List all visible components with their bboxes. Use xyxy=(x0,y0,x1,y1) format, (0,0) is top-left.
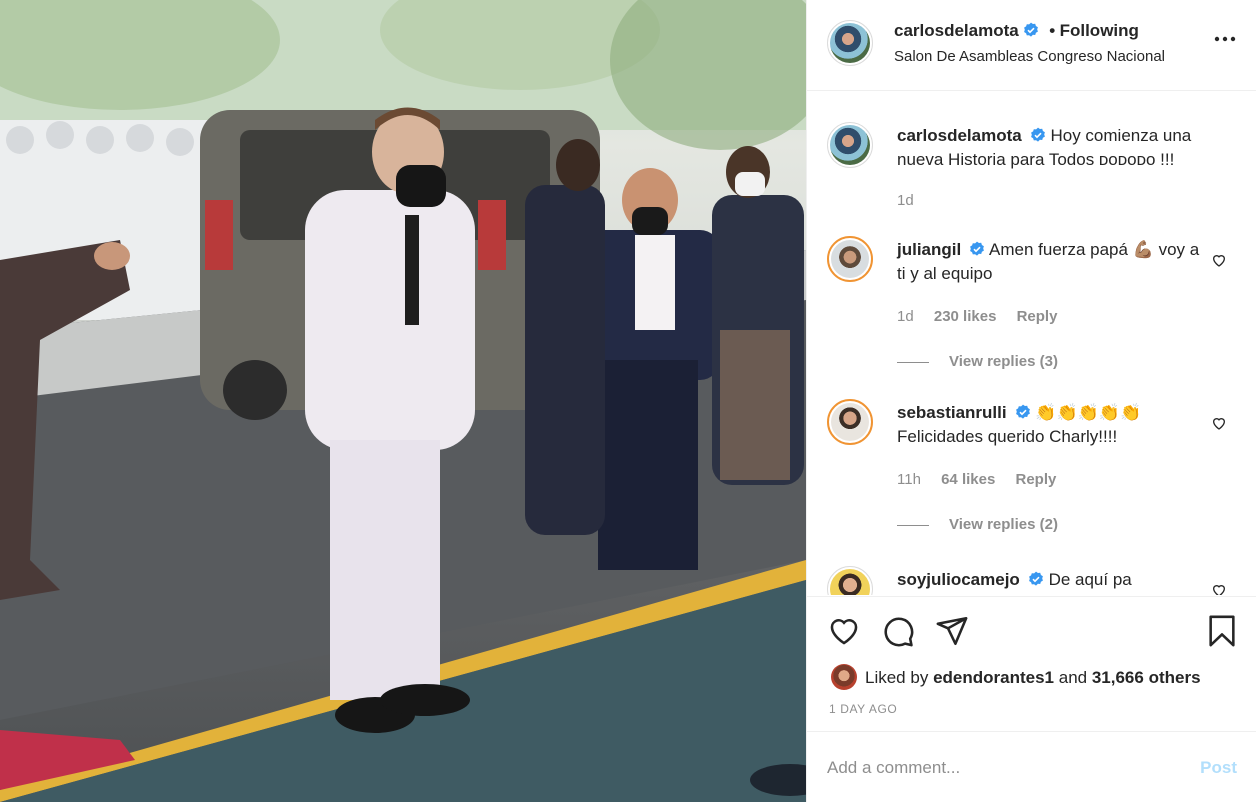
author-avatar[interactable] xyxy=(827,20,873,66)
caption-meta: 1d xyxy=(897,192,930,209)
verified-badge-icon xyxy=(1015,404,1030,419)
comment-time[interactable]: 1d xyxy=(897,308,914,325)
author-username[interactable]: carlosdelamota xyxy=(894,21,1019,40)
comment-text-block: juliangil Amen fuerza papá 💪🏽 voy a ti y… xyxy=(897,238,1207,286)
comment-like-heart-icon[interactable] xyxy=(1211,415,1227,431)
heart-icon[interactable] xyxy=(827,614,861,648)
post-comment-button[interactable]: Post xyxy=(1200,758,1237,778)
comment-username[interactable]: juliangil xyxy=(897,240,961,259)
comment-text-block: sebastianrulli 👏👏👏👏👏 Felicidades querido… xyxy=(897,401,1207,449)
comment-meta: 11h 64 likes Reply xyxy=(897,471,1072,488)
verified-badge-icon xyxy=(970,241,985,256)
comment-text-block: soyjuliocamejo De aquí pa xyxy=(897,568,1207,592)
comment-item: juliangil Amen fuerza papá 💪🏽 voy a ti y… xyxy=(827,236,1237,376)
verified-badge-icon xyxy=(1028,571,1043,586)
commenter-avatar[interactable] xyxy=(827,236,873,282)
view-replies-line xyxy=(897,524,929,526)
view-replies-button[interactable]: View replies (3) xyxy=(897,353,1058,370)
post-header: carlosdelamota • Following Salon De Asam… xyxy=(807,0,1256,91)
likes-summary: Liked by edendorantes1 and 31,666 others xyxy=(831,664,1201,690)
comment-username[interactable]: sebastianrulli xyxy=(897,403,1007,422)
liker-avatar[interactable] xyxy=(831,664,857,690)
paper-plane-icon[interactable] xyxy=(935,614,969,648)
view-replies-label: View replies (3) xyxy=(949,353,1058,370)
comment-likes[interactable]: 230 likes xyxy=(934,308,997,325)
likes-others[interactable]: 31,666 others xyxy=(1092,668,1201,687)
comment-item: sebastianrulli 👏👏👏👏👏 Felicidades querido… xyxy=(827,399,1237,539)
verified-badge-icon xyxy=(1030,127,1045,142)
comment-time[interactable]: 11h xyxy=(897,471,921,488)
caption-username[interactable]: carlosdelamota xyxy=(897,126,1022,145)
caption: carlosdelamota Hoy comienza una nueva Hi… xyxy=(827,122,1237,212)
post-photo[interactable] xyxy=(0,0,806,802)
comment-meta: 1d 230 likes Reply xyxy=(897,308,1073,325)
following-button[interactable]: Following xyxy=(1060,21,1139,40)
view-replies-button[interactable]: View replies (2) xyxy=(897,516,1058,533)
commenter-avatar[interactable] xyxy=(827,399,873,445)
follow-dot: • xyxy=(1049,21,1056,40)
comment-reply-button[interactable]: Reply xyxy=(1017,308,1058,325)
commenter-avatar[interactable] xyxy=(827,566,873,595)
comment-bubble-icon[interactable] xyxy=(881,614,915,648)
comment-text: De aquí pa xyxy=(1048,570,1132,589)
post-location[interactable]: Salon De Asambleas Congreso Nacional xyxy=(894,48,1165,65)
comments-list[interactable]: carlosdelamota Hoy comienza una nueva Hi… xyxy=(807,92,1256,595)
comment-likes[interactable]: 64 likes xyxy=(941,471,995,488)
likes-conjunction: and xyxy=(1058,668,1088,687)
bookmark-icon[interactable] xyxy=(1205,614,1239,648)
comment-like-heart-icon[interactable] xyxy=(1211,582,1227,595)
comment-item: soyjuliocamejo De aquí pa xyxy=(827,566,1237,595)
caption-avatar[interactable] xyxy=(827,122,873,168)
more-horizontal-icon[interactable] xyxy=(1213,34,1237,44)
post-time-ago[interactable]: 1 DAY AGO xyxy=(829,702,897,716)
author-line: carlosdelamota • Following xyxy=(894,21,1139,41)
comment-like-heart-icon[interactable] xyxy=(1211,252,1227,268)
view-replies-line xyxy=(897,361,929,363)
comment-username[interactable]: soyjuliocamejo xyxy=(897,570,1020,589)
verified-badge-icon xyxy=(1023,22,1038,37)
view-replies-label: View replies (2) xyxy=(949,516,1058,533)
add-comment-bar: Post xyxy=(807,731,1256,802)
caption-time[interactable]: 1d xyxy=(897,192,914,209)
photo-scene xyxy=(0,0,806,802)
add-comment-input[interactable] xyxy=(827,754,1167,782)
comment-reply-button[interactable]: Reply xyxy=(1015,471,1056,488)
caption-text-block: carlosdelamota Hoy comienza una nueva Hi… xyxy=(897,124,1207,172)
likes-prefix: Liked by xyxy=(865,668,929,687)
post-details-panel: carlosdelamota • Following Salon De Asam… xyxy=(806,0,1256,802)
liker-username[interactable]: edendorantes1 xyxy=(933,668,1054,687)
